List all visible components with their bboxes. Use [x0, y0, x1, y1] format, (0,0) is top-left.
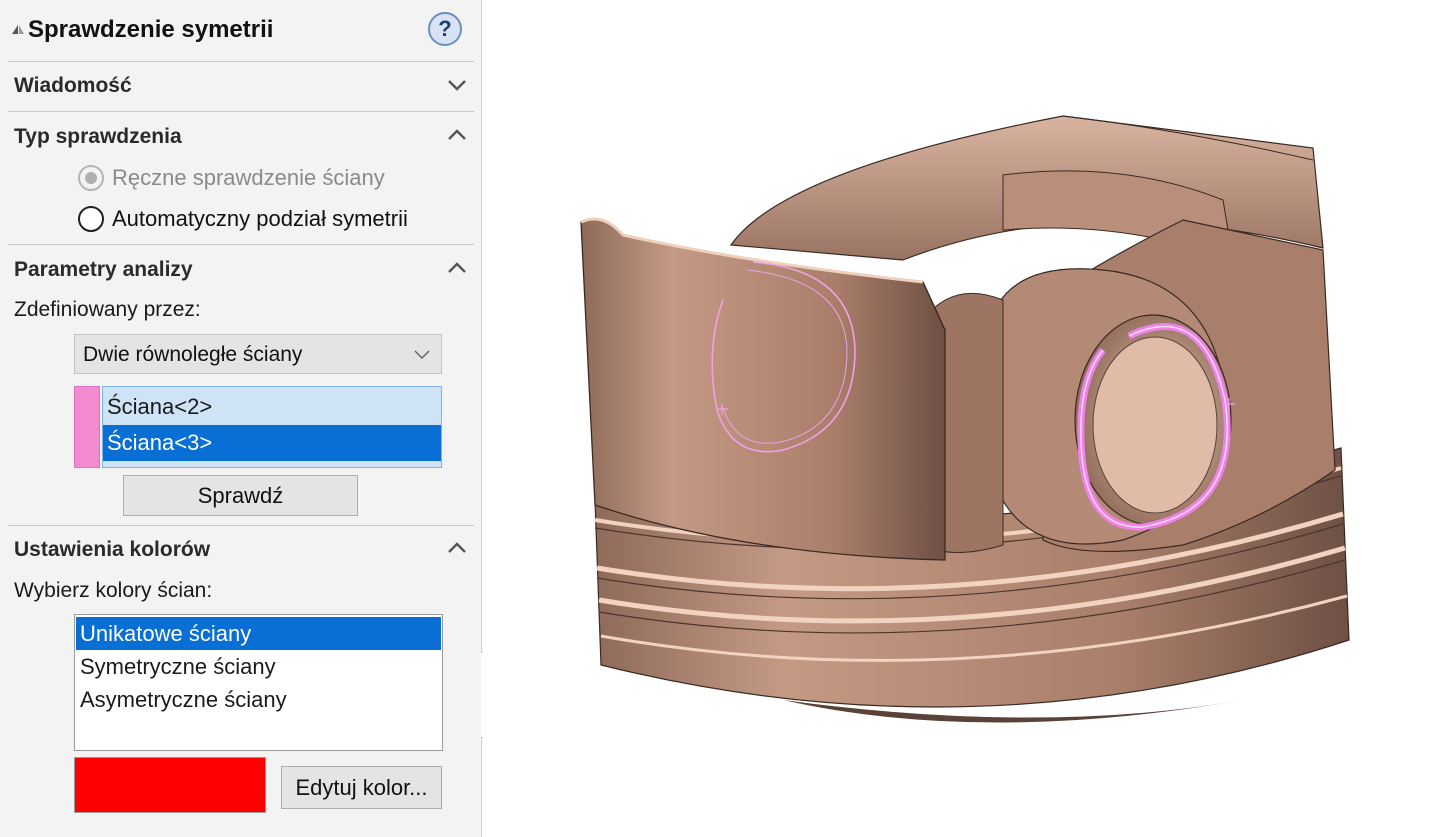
defined-by-label: Zdefiniowany przez:: [14, 298, 201, 321]
current-color-swatch[interactable]: [74, 757, 266, 813]
radio-button[interactable]: [78, 206, 104, 232]
graphics-viewport[interactable]: [483, 0, 1440, 837]
chevron-up-icon[interactable]: [444, 122, 470, 148]
radio-automatic-symmetry-split[interactable]: Automatyczny podział symetrii: [78, 204, 408, 234]
defined-by-dropdown[interactable]: Dwie równoległe ściany: [74, 334, 442, 374]
section-analysis-title[interactable]: Parametry analizy: [14, 258, 193, 282]
edit-color-button[interactable]: Edytuj kolor...: [281, 766, 442, 809]
divider: [8, 111, 474, 112]
list-item[interactable]: Unikatowe ściany: [76, 617, 441, 650]
list-item[interactable]: Ściana<3>: [103, 425, 441, 461]
divider: [8, 61, 474, 62]
radio-label: Ręczne sprawdzenie ściany: [112, 165, 385, 190]
piston-model[interactable]: [483, 0, 1440, 837]
check-button[interactable]: Sprawdź: [123, 475, 358, 516]
section-colors-title[interactable]: Ustawienia kolorów: [14, 538, 210, 562]
radio-label: Automatyczny podział symetrii: [112, 206, 408, 231]
divider: [8, 244, 474, 245]
symmetry-check-icon: [12, 25, 24, 34]
list-item[interactable]: Symetryczne ściany: [76, 650, 441, 683]
chevron-up-icon[interactable]: [444, 535, 470, 561]
help-button[interactable]: ?: [428, 12, 462, 46]
chevron-up-icon[interactable]: [444, 255, 470, 281]
chevron-down-icon[interactable]: [444, 72, 470, 98]
dropdown-value: Dwie równoległe ściany: [83, 343, 303, 366]
radio-manual-face-check[interactable]: Ręczne sprawdzenie ściany: [78, 163, 385, 193]
section-message-title[interactable]: Wiadomość: [14, 74, 132, 98]
question-mark-icon: ?: [438, 16, 452, 41]
divider: [8, 525, 474, 526]
chevron-down-icon: [414, 350, 430, 360]
list-item[interactable]: Ściana<2>: [103, 389, 441, 425]
section-check-type-title[interactable]: Typ sprawdzenia: [14, 125, 182, 149]
selected-faces-list[interactable]: Ściana<2> Ściana<3>: [102, 386, 442, 468]
face-color-marker: [74, 386, 100, 468]
list-item[interactable]: Asymetryczne ściany: [76, 683, 441, 716]
face-type-list[interactable]: Unikatowe ściany Symetryczne ściany Asym…: [74, 614, 443, 751]
radio-button[interactable]: [78, 165, 104, 191]
panel-title: Sprawdzenie symetrii: [28, 16, 274, 43]
choose-colors-label: Wybierz kolory ścian:: [14, 579, 213, 602]
property-manager-panel: Sprawdzenie symetrii ? Wiadomość Typ spr…: [0, 0, 482, 837]
panel-header: Sprawdzenie symetrii ?: [0, 0, 482, 62]
